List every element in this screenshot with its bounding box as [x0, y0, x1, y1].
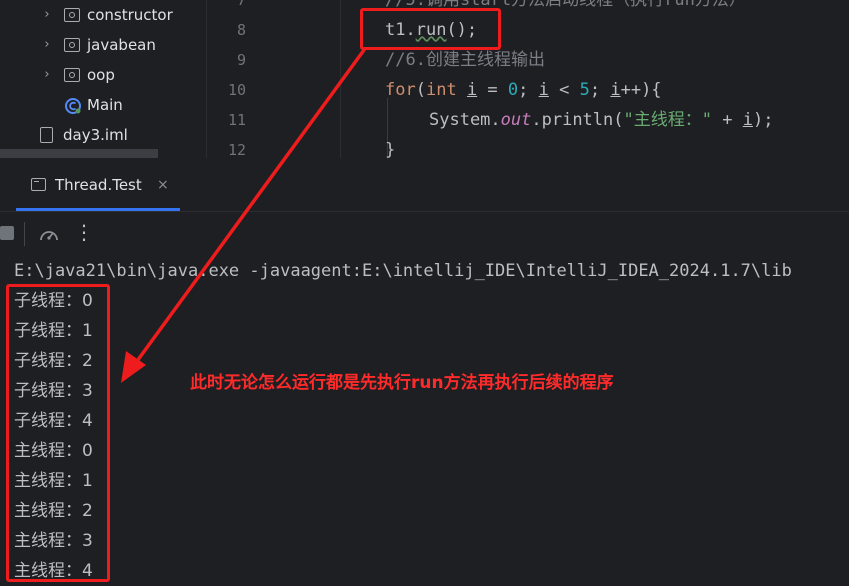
annotation-arrow [121, 48, 366, 383]
annotation-text: 此时无论怎么运行都是先执行run方法再执行后续的程序 [190, 373, 614, 393]
